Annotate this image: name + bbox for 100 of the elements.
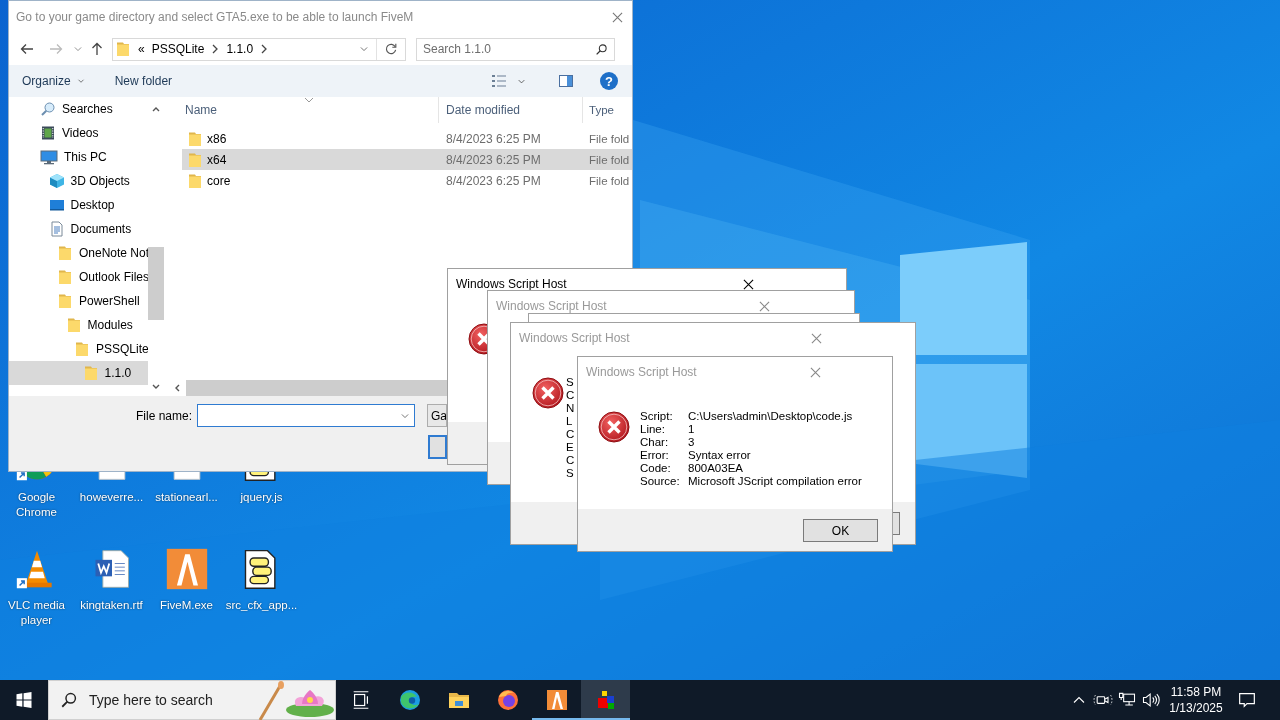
shortcut-label[interactable]: howeverre... <box>74 490 149 505</box>
detail-value: C:\Users\admin\Desktop\code.js <box>688 410 854 423</box>
ok-button[interactable]: OK <box>803 519 878 542</box>
folder-icon <box>187 130 203 147</box>
tree-item[interactable]: Searches <box>9 97 148 121</box>
window-title: Windows Script Host <box>519 331 631 345</box>
folder-icon <box>65 317 82 333</box>
tree-item[interactable]: PowerShell <box>9 289 148 313</box>
film-icon <box>40 125 56 141</box>
detail-value: Microsoft JScript compilation error <box>688 475 862 488</box>
preview-pane-icon[interactable] <box>558 73 574 89</box>
address-bar[interactable]: « PSSQLite 1.1.0 <box>112 37 406 61</box>
file-row[interactable]: x64 8/4/2023 6:25 PM File fold <box>182 149 632 170</box>
folder-icon <box>82 365 99 381</box>
detail-label: Code: <box>640 462 672 475</box>
detail-value: Syntax error <box>688 449 752 462</box>
windows-icon <box>14 690 34 710</box>
detail-label: Error: <box>640 449 670 462</box>
file-row[interactable]: core 8/4/2023 6:25 PM File fold <box>182 170 632 191</box>
tree-item[interactable]: This PC <box>9 145 148 169</box>
detail-value: 3 <box>688 436 696 449</box>
detail-label: C <box>566 389 575 402</box>
help-button[interactable]: ? <box>600 72 618 90</box>
scroll-down-icon <box>152 383 160 391</box>
date-modified: 8/4/2023 6:25 PM <box>445 173 542 188</box>
detail-label: Source: <box>640 475 681 488</box>
search-field[interactable]: Search 1.1.0 <box>416 37 615 61</box>
sort-caret-icon <box>304 97 314 103</box>
organize-menu[interactable]: Organize <box>18 68 89 94</box>
view-list-icon[interactable] <box>491 73 507 89</box>
breadcrumb[interactable]: 1.1.0 <box>226 42 254 56</box>
refresh-icon[interactable] <box>384 42 398 56</box>
app-icon <box>164 547 209 591</box>
column-header[interactable]: Date modified <box>439 97 583 123</box>
taskbar-search-field[interactable]: Type here to search <box>48 680 336 720</box>
chevron-right-icon[interactable] <box>260 44 269 54</box>
search-icon <box>60 691 78 709</box>
overflow-chevron[interactable]: « <box>138 42 145 56</box>
cube-icon <box>48 173 65 189</box>
scroll-up-icon <box>152 105 160 113</box>
folder-icon <box>57 245 73 261</box>
tree-item[interactable]: Desktop <box>9 193 148 217</box>
document-icon <box>48 221 65 237</box>
tree-item[interactable]: Documents <box>9 217 148 241</box>
date-modified: 8/4/2023 6:25 PM <box>445 152 542 167</box>
detail-value: 800A03EA <box>688 462 744 475</box>
shortcut-label[interactable]: VLC media player <box>0 598 74 628</box>
detail-value: 1 <box>688 423 696 436</box>
folder-icon <box>187 172 203 189</box>
dialog-button[interactable] <box>428 435 447 459</box>
caret-icon[interactable] <box>76 77 85 85</box>
tree-item[interactable]: PSSQLite <box>9 337 148 361</box>
breadcrumb[interactable]: PSSQLite <box>151 42 205 56</box>
detail-label: Script: <box>640 410 674 423</box>
shortcut-label[interactable]: Google Chrome <box>0 490 74 520</box>
file-name: core <box>207 173 231 188</box>
tree-item[interactable]: Videos <box>9 121 148 145</box>
folder-icon <box>187 151 203 168</box>
dropdown-icon[interactable] <box>359 44 369 54</box>
chevron-right-icon[interactable] <box>211 44 220 54</box>
tree-item[interactable]: 1.1.0 <box>9 361 148 385</box>
clock[interactable]: 11:58 PM 1/13/2025 <box>1163 684 1229 716</box>
window-title: Windows Script Host <box>496 299 608 313</box>
search-icon <box>595 42 608 56</box>
app-icon <box>544 688 569 712</box>
tree-item[interactable]: OneNote Not <box>9 241 148 265</box>
window-title: Windows Script Host <box>456 277 568 291</box>
column-header[interactable]: Name <box>164 97 439 123</box>
error-icon <box>532 377 564 409</box>
volume-icon[interactable] <box>1141 690 1161 710</box>
file-row[interactable]: x86 8/4/2023 6:25 PM File fold <box>182 128 632 149</box>
shortcut-label[interactable]: jquery.js <box>224 490 299 505</box>
detail-label: Char: <box>640 436 670 449</box>
file-type: File fold <box>588 174 631 187</box>
shortcut-label[interactable]: src_cfx_app... <box>224 598 299 613</box>
shortcut-label[interactable]: FiveM.exe <box>149 598 224 613</box>
folder-icon <box>57 269 73 285</box>
field-label: File name: <box>134 408 192 423</box>
detail-label: N <box>566 402 575 415</box>
tree-item[interactable]: 3D Objects <box>9 169 148 193</box>
file-name: x86 <box>207 131 227 146</box>
file-name: x64 <box>207 152 227 167</box>
folder-icon <box>57 293 73 309</box>
close-icon[interactable] <box>743 278 754 290</box>
window-title: Windows Script Host <box>586 365 698 379</box>
detail-label: C <box>566 454 575 467</box>
error-icon <box>598 411 630 443</box>
scrollbar-thumb[interactable] <box>148 247 164 320</box>
computer-icon <box>40 149 58 165</box>
search-icon <box>40 101 56 117</box>
file-name-field[interactable] <box>197 404 415 427</box>
shortcut-label[interactable]: kingtaken.rtf <box>74 598 149 613</box>
shortcut-label[interactable]: stationearl... <box>149 490 224 505</box>
toolbar-button[interactable]: New folder <box>110 68 177 94</box>
up-arrow-icon[interactable] <box>89 41 105 57</box>
column-header[interactable]: Type <box>583 97 632 123</box>
tree-item[interactable]: Modules <box>9 313 148 337</box>
back-arrow-icon[interactable] <box>19 41 35 57</box>
detail-label: S <box>566 376 575 389</box>
tree-item[interactable]: Outlook Files <box>9 265 148 289</box>
